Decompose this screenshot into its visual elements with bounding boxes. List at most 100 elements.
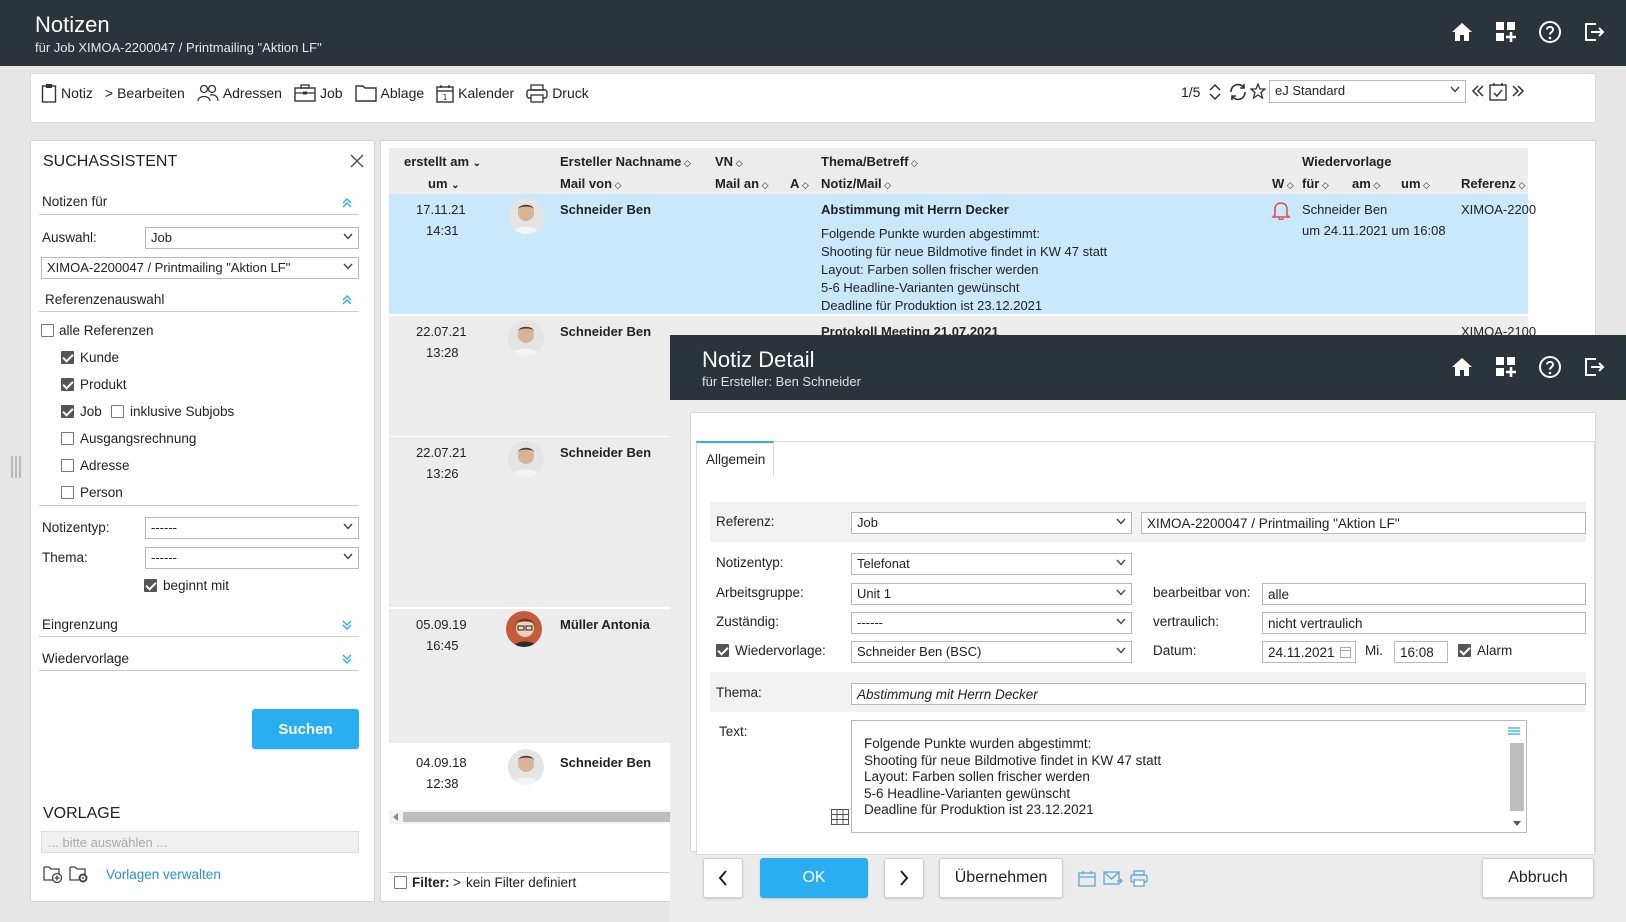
col-time[interactable]: um ⌄ xyxy=(428,176,460,191)
notes-for-section[interactable]: Notizen für xyxy=(39,191,359,215)
note-text-area[interactable]: Folgende Punkte wurden abgestimmt: Shoot… xyxy=(851,720,1527,833)
close-icon[interactable] xyxy=(349,153,365,169)
toolbar-job-button[interactable]: Job xyxy=(294,84,343,102)
topic-field[interactable]: Abstimmung mit Herrn Decker xyxy=(851,683,1586,705)
logout-icon[interactable] xyxy=(1582,355,1606,379)
toolbar-note-button[interactable]: Notiz xyxy=(41,83,93,103)
col-subject[interactable]: Thema/Betreff ◇ xyxy=(821,154,918,169)
double-chevron-left-icon[interactable] xyxy=(1471,83,1485,99)
product-checkbox[interactable] xyxy=(61,378,74,391)
resubmission-select[interactable]: Schneider Ben (BSC) xyxy=(851,641,1132,663)
print-icon[interactable] xyxy=(1130,870,1148,887)
logout-icon[interactable] xyxy=(1582,20,1606,44)
double-chevron-up-icon xyxy=(341,294,353,306)
sort-icon: ◇ xyxy=(908,158,918,168)
workgroup-select[interactable]: Unit 1 xyxy=(851,583,1132,605)
mail-send-icon[interactable] xyxy=(1103,870,1123,887)
notetype-select[interactable]: ------ xyxy=(145,517,359,539)
col-note-mail[interactable]: Notiz/Mail ◇ xyxy=(821,176,891,191)
star-icon[interactable] xyxy=(1250,83,1266,99)
confidential-field[interactable]: nicht vertraulich xyxy=(1262,612,1586,634)
previous-button[interactable] xyxy=(703,858,743,898)
sort-updown-icon[interactable] xyxy=(1208,82,1222,102)
text-format-icon[interactable] xyxy=(1508,727,1520,737)
col-reference[interactable]: Referenz ◇ xyxy=(1461,176,1525,191)
time-field[interactable]: 16:08 xyxy=(1394,641,1448,663)
home-icon[interactable] xyxy=(1450,355,1474,379)
col-for[interactable]: für ◇ xyxy=(1302,176,1329,191)
search-button[interactable]: Suchen xyxy=(252,709,359,749)
splitter-handle-icon[interactable] xyxy=(10,455,22,479)
toolbar-archive-button[interactable]: Ablage xyxy=(354,84,424,102)
app-header: Notizen für Job XIMOA-2200047 / Printmai… xyxy=(0,0,1626,66)
filter-checkbox[interactable] xyxy=(394,876,407,889)
job-checkbox[interactable] xyxy=(61,405,74,418)
help-icon[interactable] xyxy=(1538,20,1562,44)
col-mail-from[interactable]: Mail von ◇ xyxy=(560,176,621,191)
starts-with-checkbox[interactable] xyxy=(144,579,157,592)
table-row[interactable]: 04.09.18 12:38 Schneider Ben xyxy=(389,747,671,793)
calendar-icon[interactable] xyxy=(1340,647,1351,658)
calendar-check-icon[interactable] xyxy=(1489,82,1507,101)
next-button[interactable] xyxy=(884,858,924,898)
toolbar-addresses-button[interactable]: Adressen xyxy=(197,84,282,102)
col-firstname[interactable]: VN ◇ xyxy=(715,154,742,169)
invoice-checkbox[interactable] xyxy=(61,432,74,445)
apply-button[interactable]: Übernehmen xyxy=(939,858,1063,898)
col-created-date[interactable]: erstellt am ⌄ xyxy=(404,154,481,169)
resubmission-checkbox[interactable] xyxy=(716,644,729,657)
all-references-checkbox[interactable] xyxy=(41,324,54,337)
responsible-select[interactable]: ------ xyxy=(851,612,1132,634)
double-chevron-right-icon[interactable] xyxy=(1511,83,1525,99)
toolbar-print-button[interactable]: Druck xyxy=(526,83,589,103)
toolbar-edit-button[interactable]: > Bearbeiten xyxy=(105,85,185,101)
folder-add-icon[interactable] xyxy=(43,865,63,883)
cancel-button[interactable]: Abbruch xyxy=(1482,858,1594,898)
table-row[interactable]: 05.09.19 16:45 Müller Antonia xyxy=(389,609,671,743)
address-checkbox[interactable] xyxy=(61,459,74,472)
include-subjobs-checkbox[interactable] xyxy=(111,405,124,418)
view-select[interactable]: eJ Standard xyxy=(1269,80,1466,103)
people-icon xyxy=(197,84,219,102)
customer-checkbox[interactable] xyxy=(61,351,74,364)
tab-general[interactable]: Allgemein xyxy=(696,441,774,477)
ok-button[interactable]: OK xyxy=(760,858,868,898)
col-at[interactable]: um ◇ xyxy=(1401,176,1430,191)
col-a[interactable]: A ◇ xyxy=(790,176,809,191)
col-on[interactable]: am ◇ xyxy=(1352,176,1380,191)
notetype-select[interactable]: Telefonat xyxy=(851,553,1132,575)
table-icon[interactable] xyxy=(831,809,849,825)
help-icon[interactable] xyxy=(1538,355,1562,379)
table-row[interactable]: 17.11.21 14:31 Schneider Ben Abstimmung … xyxy=(389,194,1536,314)
dashboard-add-icon[interactable] xyxy=(1494,355,1518,379)
reference-value-field[interactable]: XIMOA-2200047 / Printmailing "Aktion LF" xyxy=(1141,512,1586,534)
col-creator-lastname[interactable]: Ersteller Nachname ◇ xyxy=(560,154,691,169)
date-field[interactable]: 24.11.2021 xyxy=(1262,641,1356,663)
reference-type-select[interactable]: Job xyxy=(851,512,1132,534)
selection-select[interactable]: Job xyxy=(145,227,359,249)
dashboard-add-icon[interactable] xyxy=(1494,20,1518,44)
col-w[interactable]: W ◇ xyxy=(1272,176,1294,191)
toolbar-calendar-button[interactable]: 1 Kalender xyxy=(436,84,514,103)
editable-by-field[interactable]: alle xyxy=(1262,583,1586,605)
person-checkbox[interactable] xyxy=(61,486,74,499)
table-row[interactable]: 22.07.21 13:26 Schneider Ben xyxy=(389,437,671,607)
vertical-scrollbar-thumb[interactable] xyxy=(1510,743,1524,811)
job-select[interactable]: XIMOA-2200047 / Printmailing "Aktion LF" xyxy=(41,257,359,279)
template-select[interactable]: ... bitte auswählen ... xyxy=(41,831,359,853)
home-icon[interactable] xyxy=(1450,20,1474,44)
scroll-left-icon[interactable] xyxy=(393,813,399,821)
limit-section[interactable]: Eingrenzung xyxy=(39,611,359,637)
alarm-checkbox[interactable] xyxy=(1458,644,1471,657)
col-mail-to[interactable]: Mail an ◇ xyxy=(715,176,769,191)
scrollbar-thumb[interactable] xyxy=(403,812,671,822)
horizontal-scrollbar[interactable] xyxy=(389,810,671,824)
folder-settings-icon[interactable] xyxy=(69,865,89,883)
scroll-down-icon[interactable] xyxy=(1513,821,1521,827)
resubmission-section[interactable]: Wiedervorlage xyxy=(39,645,359,671)
manage-templates-link[interactable]: Vorlagen verwalten xyxy=(106,867,221,882)
refresh-icon[interactable] xyxy=(1228,83,1248,101)
calendar-icon[interactable] xyxy=(1078,870,1096,887)
topic-select[interactable]: ------ xyxy=(145,547,359,569)
reference-selection-section[interactable]: Referenzenauswahl xyxy=(39,286,359,312)
